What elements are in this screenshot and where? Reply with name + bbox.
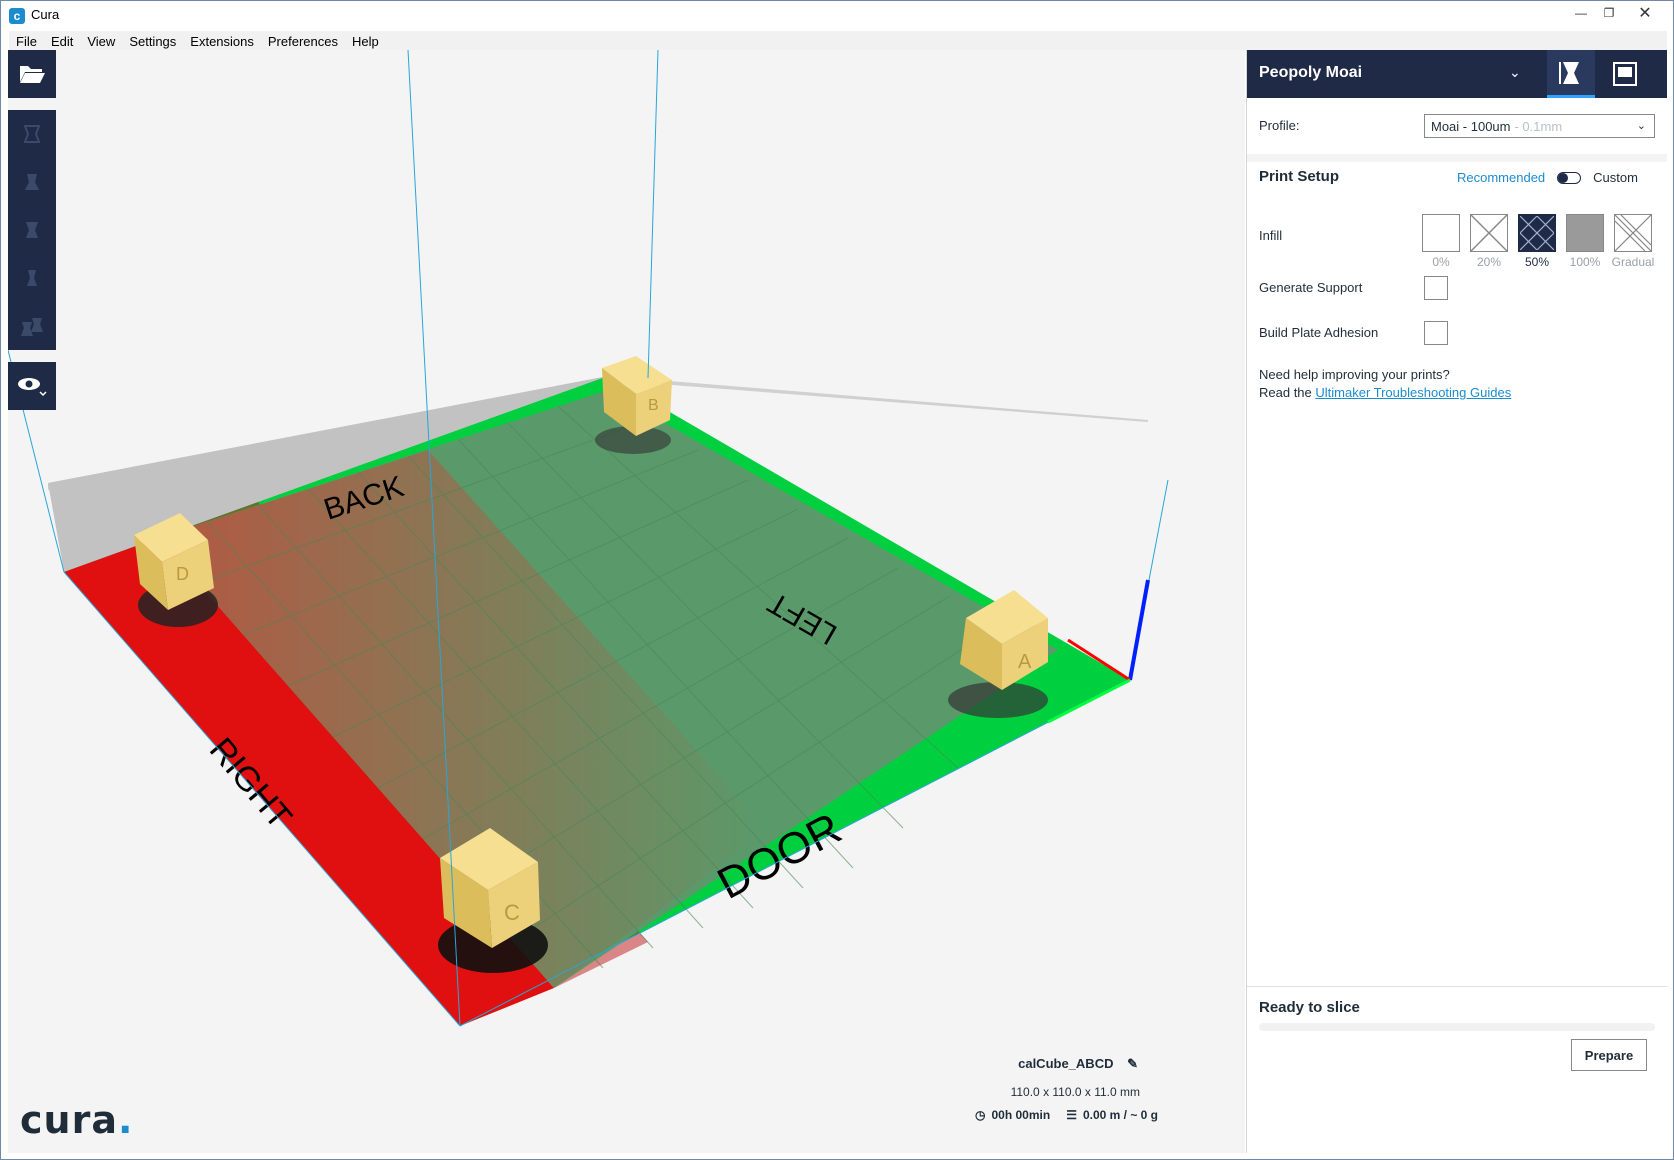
cube-face-label: A xyxy=(1018,651,1032,673)
menu-file[interactable]: File xyxy=(9,34,44,49)
machine-bar: Peopoly Moai ⌄ xyxy=(1247,50,1667,98)
build-plate-adhesion-checkbox[interactable] xyxy=(1424,321,1448,345)
slice-progress-bar xyxy=(1259,1023,1655,1031)
infill-solid-icon xyxy=(1566,214,1604,252)
print-setup-title: Print Setup xyxy=(1259,168,1340,185)
3d-viewport[interactable]: BACK LEFT RIGHT DOOR D B A C cura. calCu… xyxy=(8,50,1245,1153)
per-model-settings-button[interactable] xyxy=(8,302,56,350)
help-prefix: Read the xyxy=(1259,385,1316,400)
profile-label: Profile: xyxy=(1259,118,1300,133)
prepare-stage-icon xyxy=(1559,61,1579,84)
infill-value: 0% xyxy=(1432,255,1450,269)
cura-logo: cura. xyxy=(20,1098,133,1142)
infill-option-50[interactable]: 50% xyxy=(1518,214,1556,269)
toggle-knob xyxy=(1558,172,1569,183)
menu-bar: File Edit View Settings Extensions Prefe… xyxy=(9,31,1667,51)
generate-support-checkbox[interactable] xyxy=(1424,276,1448,300)
chevron-down-icon: ⌄ xyxy=(1636,120,1646,132)
infill-option-gradual[interactable]: Gradual xyxy=(1611,214,1655,269)
object-dimensions: 110.0 x 110.0 x 11.0 mm xyxy=(1010,1085,1140,1099)
z-axis xyxy=(1128,579,1150,681)
slice-status: Ready to slice xyxy=(1259,999,1360,1016)
monitor-stage-button[interactable] xyxy=(1601,50,1649,98)
window-title: Cura xyxy=(31,7,60,22)
move-tool-button[interactable] xyxy=(8,110,56,158)
object-name-text: calCube_ABCD xyxy=(1018,1056,1114,1071)
infill-light-icon xyxy=(1470,214,1508,252)
prepare-stage-button[interactable] xyxy=(1547,50,1595,98)
pencil-icon[interactable]: ✎ xyxy=(1127,1056,1138,1071)
cura-app-icon: c xyxy=(9,8,25,24)
menu-edit[interactable]: Edit xyxy=(44,34,80,49)
title-bar: c Cura — ❐ ✕ xyxy=(1,1,1673,29)
move-icon xyxy=(23,125,41,143)
troubleshooting-guides-link[interactable]: Ultimaker Troubleshooting Guides xyxy=(1315,385,1511,400)
open-file-button[interactable] xyxy=(8,50,56,98)
object-name[interactable]: calCube_ABCD ✎ xyxy=(838,1056,1138,1072)
profile-dropdown[interactable]: Moai - 100um - 0.1mm ⌄ xyxy=(1424,114,1655,138)
infill-value: 100% xyxy=(1569,255,1601,269)
profile-row: Profile: Moai - 100um - 0.1mm ⌄ xyxy=(1259,114,1655,138)
transform-tools xyxy=(8,110,56,350)
close-icon[interactable]: ✕ xyxy=(1623,3,1667,23)
monitor-stage-icon xyxy=(1613,62,1637,86)
per-model-settings-icon xyxy=(21,318,43,336)
generate-support-label: Generate Support xyxy=(1259,280,1363,295)
mirror-icon xyxy=(27,270,37,286)
cube-face-label: B xyxy=(648,397,659,414)
scale-tool-button[interactable] xyxy=(8,158,56,206)
material-usage: 0.00 m / ~ 0 g xyxy=(1082,1108,1158,1122)
minimize-icon[interactable]: — xyxy=(1567,3,1595,23)
slice-panel: Ready to slice Prepare xyxy=(1247,986,1667,1104)
setup-mode-toggle: Recommended Custom xyxy=(1457,170,1638,185)
folder-open-icon xyxy=(20,66,45,83)
cube-face-label: D xyxy=(176,564,189,584)
divider xyxy=(1247,154,1667,162)
infill-gradual-icon xyxy=(1614,214,1652,252)
recommended-label[interactable]: Recommended xyxy=(1457,170,1545,185)
infill-option-20[interactable]: 20% xyxy=(1470,214,1508,269)
clock-icon: ◷ xyxy=(975,1108,986,1122)
profile-sub: - 0.1mm xyxy=(1514,118,1563,134)
infill-value: Gradual xyxy=(1611,255,1655,269)
eye-icon xyxy=(18,378,47,397)
rotate-icon xyxy=(26,222,38,238)
logo-dot: . xyxy=(117,1098,134,1142)
infill-option-100[interactable]: 100% xyxy=(1566,214,1604,269)
rotate-tool-button[interactable] xyxy=(8,206,56,254)
menu-view[interactable]: View xyxy=(80,34,122,49)
view-mode-button[interactable] xyxy=(8,362,56,410)
mode-toggle-switch[interactable] xyxy=(1557,171,1582,184)
mirror-tool-button[interactable] xyxy=(8,254,56,302)
object-stats: ◷ 00h 00min ☰ 0.00 m / ~ 0 g xyxy=(928,1108,1158,1122)
help-line-1: Need help improving your prints? xyxy=(1259,367,1450,382)
menu-help[interactable]: Help xyxy=(345,34,386,49)
scale-icon xyxy=(25,174,39,190)
logo-text: cura xyxy=(20,1098,118,1142)
build-plate-adhesion-label: Build Plate Adhesion xyxy=(1259,325,1379,340)
infill-empty-icon xyxy=(1422,214,1460,252)
help-line-2: Read the Ultimaker Troubleshooting Guide… xyxy=(1259,384,1511,402)
filament-icon: ☰ xyxy=(1066,1108,1077,1122)
infill-options: 0% 20% 50% 100% Gradual xyxy=(1422,214,1655,269)
infill-value: 50% xyxy=(1524,255,1550,269)
infill-label: Infill xyxy=(1259,228,1283,243)
print-time: 00h 00min xyxy=(991,1108,1051,1122)
infill-value: 20% xyxy=(1476,255,1502,269)
menu-preferences[interactable]: Preferences xyxy=(261,34,345,49)
maximize-icon[interactable]: ❐ xyxy=(1595,3,1623,23)
cube-face-label: C xyxy=(504,900,520,925)
help-text: Need help improving your prints? Read th… xyxy=(1259,366,1511,402)
machine-selector[interactable]: Peopoly Moai xyxy=(1259,64,1362,82)
infill-dense-icon xyxy=(1518,214,1556,252)
profile-value: Moai - 100um xyxy=(1431,118,1511,134)
prepare-button[interactable]: Prepare xyxy=(1571,1039,1647,1071)
menu-settings[interactable]: Settings xyxy=(122,34,183,49)
infill-option-0[interactable]: 0% xyxy=(1422,214,1460,269)
custom-label[interactable]: Custom xyxy=(1593,170,1638,185)
chevron-down-icon[interactable]: ⌄ xyxy=(1509,64,1521,81)
menu-extensions[interactable]: Extensions xyxy=(183,34,261,49)
sidebar: Peopoly Moai ⌄ Profile: Moai - 100um - 0… xyxy=(1246,50,1667,1153)
